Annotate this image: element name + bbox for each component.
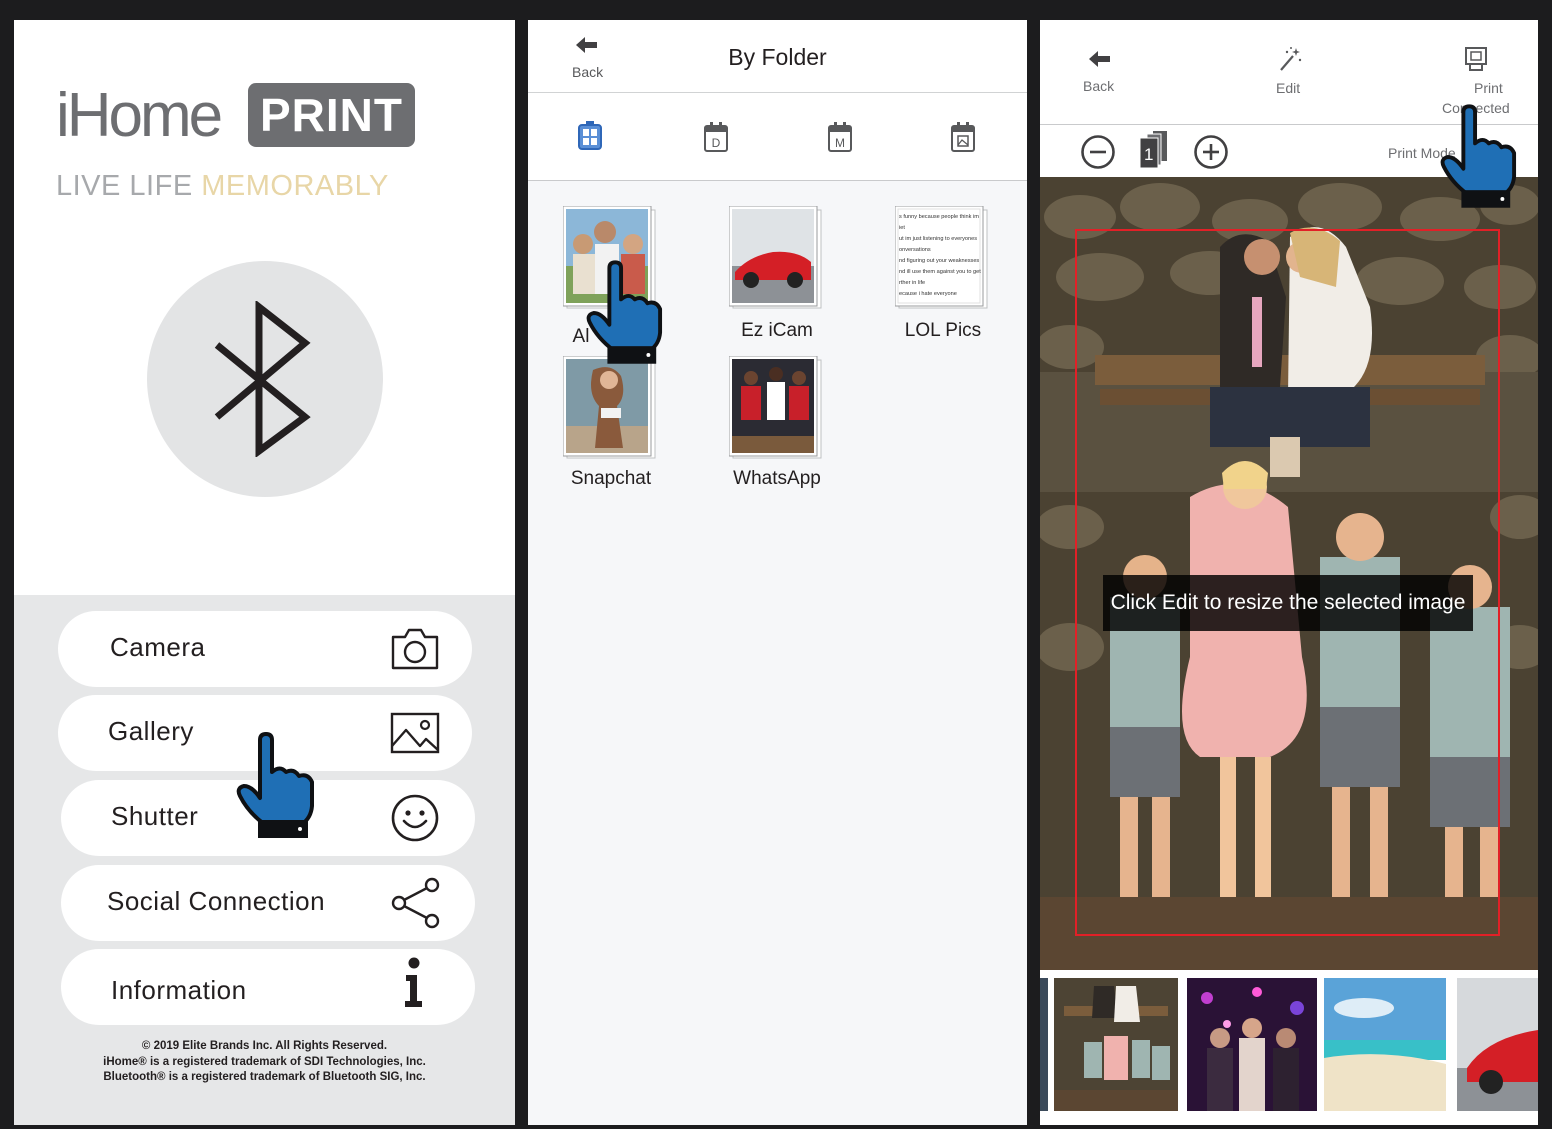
trademark-line-ihome: iHome® is a registered trademark of SDI … [103,1055,426,1068]
folder-label-ez-icam: Ez iCam [741,320,813,341]
strip-thumb-car[interactable] [1457,978,1538,1111]
back-label: Back [1083,78,1115,94]
tab-by-day[interactable]: D [703,121,729,158]
calendar-image-icon [951,122,975,152]
edit-button[interactable]: Edit [1274,44,1314,100]
logo-ihome-text: iHome [56,81,223,150]
print-button[interactable]: Print [1462,44,1503,100]
zoom-in-button[interactable] [1193,134,1229,170]
by-folder-screen: Back By Folder D M Al Ez iCam s funny be… [528,20,1027,1125]
menu-social-label: Social Connection [107,886,326,916]
lol-text-line: onversations [899,247,931,253]
tagline: LIVE LIFE MEMORABLY [56,170,389,203]
pointing-hand-icon [586,260,663,364]
zoom-out-button[interactable] [1080,134,1116,170]
back-arrow-icon [1089,51,1110,67]
folder-ez-icam[interactable]: Ez iCam [727,206,827,346]
edit-label: Edit [1276,80,1301,96]
back-button[interactable]: Back [1082,48,1122,98]
menu-shutter-label: Shutter [111,801,199,831]
folder-label-lol-pics: LOL Pics [904,320,982,341]
bluetooth-icon [214,301,311,457]
strip-thumb-partial[interactable] [1040,978,1048,1111]
lol-text-line: ecause i hate everyone [899,291,957,297]
folder-label-snapchat: Snapchat [570,468,652,489]
photo-strip [1040,970,1538,1125]
folder-whatsapp[interactable]: WhatsApp [727,356,827,496]
copyright-text: © 2019 Elite Brands Inc. All Rights Rese… [14,1039,515,1086]
home-screen: iHome PRINT LIVE LIFE MEMORABLY Camera G… [14,20,515,1125]
bluetooth-button[interactable] [147,261,383,497]
print-icon [1465,47,1487,71]
lol-text-line: nd ill use them against you to get [899,269,981,275]
print-editor-screen: Back Edit Print Connected [1040,20,1538,1125]
tab-month-letter: M [835,136,845,150]
tab-by-month[interactable]: M [827,121,853,158]
menu-information[interactable]: Information [61,949,475,1025]
copies-count: 1 [1144,145,1154,164]
lol-text-line: nd figuring out your weaknesses [899,258,980,264]
menu-camera-label: Camera [110,632,206,662]
pointing-hand-icon [236,732,314,838]
smiley-icon [391,794,439,842]
tagline-part-b: MEMORABLY [201,170,389,202]
folder-label-whatsapp: WhatsApp [733,468,821,489]
strip-thumb-family[interactable] [1054,978,1178,1111]
calendar-month-icon: M [828,122,852,152]
page-title: By Folder [728,44,827,70]
folder-header: Back By Folder [528,20,1027,93]
lol-text-block: s funny because people think im iet ut i… [899,212,985,300]
share-icon [391,877,440,929]
view-tabs: D M [528,93,1027,181]
tab-by-image[interactable] [950,121,976,158]
lol-text-line: iet [899,225,905,231]
trademark-line-bluetooth: Bluetooth® is a registered trademark of … [103,1071,426,1083]
copies-counter[interactable]: 1 [1139,131,1171,169]
strip-thumb-party[interactable] [1187,978,1317,1111]
calendar-day-icon: D [704,122,728,152]
copyright-line: © 2019 Elite Brands Inc. All Rights Rese… [141,1040,388,1052]
tagline-part-a: LIVE LIFE [56,170,202,202]
folder-lol-pics[interactable]: s funny because people think im iet ut i… [893,206,993,346]
folder-snapchat[interactable]: Snapchat [561,356,661,496]
magic-wand-icon [1280,47,1302,71]
logo-print-badge: PRINT [248,83,415,147]
print-label: Print [1474,80,1503,96]
folder-grid-icon [578,121,602,150]
pointing-hand-icon [1440,104,1517,208]
lol-text-line: s funny because people think im [899,214,979,220]
folder-thumb-beach [563,356,656,459]
tab-folder[interactable] [576,120,604,157]
folder-thumb-basketball [729,356,822,459]
edit-tooltip: Click Edit to resize the selected image [1103,575,1473,631]
camera-icon [391,628,439,670]
menu-social-connection[interactable]: Social Connection [61,865,475,941]
strip-thumb-beach[interactable] [1324,978,1446,1111]
tab-day-letter: D [712,136,721,150]
menu-camera[interactable]: Camera [58,611,472,687]
photo-preview[interactable]: Click Edit to resize the selected image [1040,177,1538,970]
menu-gallery-label: Gallery [108,716,194,746]
lol-text-line: ut im just listening to everyones [899,236,978,242]
info-icon [405,957,422,1007]
folder-thumb-car [729,206,822,309]
lol-text-line: rther in life [899,280,926,286]
menu-information-label: Information [111,975,247,1005]
image-icon [390,712,440,754]
